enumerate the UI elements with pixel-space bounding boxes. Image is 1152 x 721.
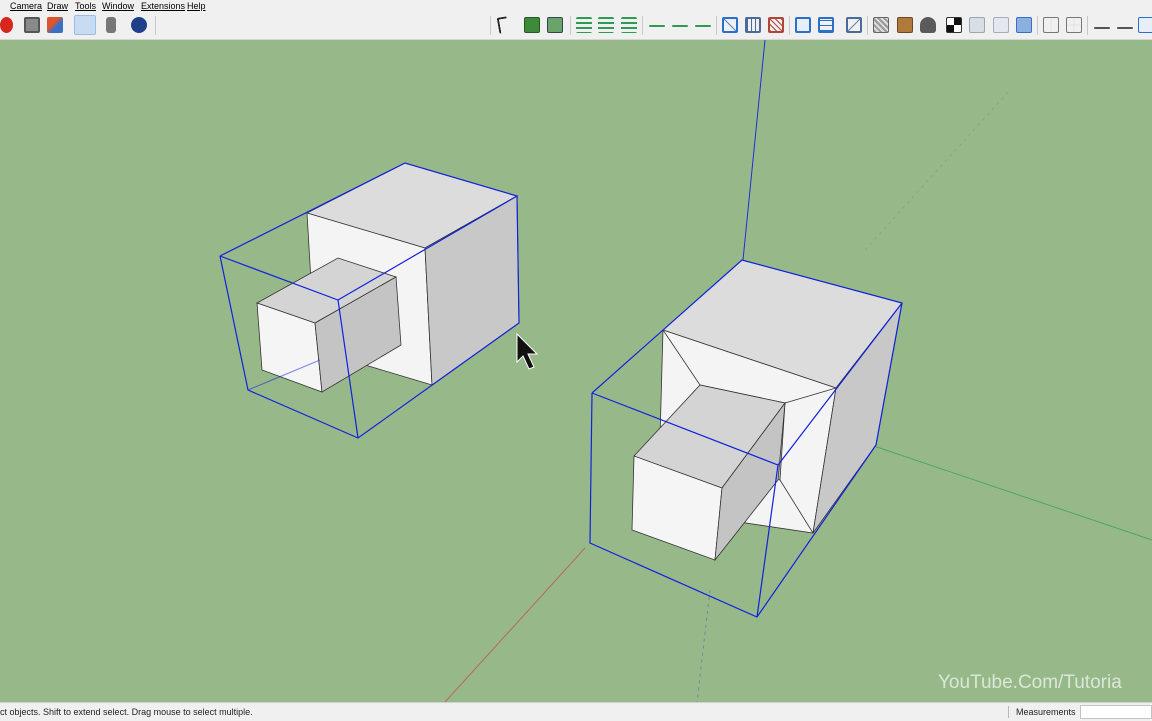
- mouse-cursor-icon: [516, 332, 539, 370]
- flip-icon[interactable]: [993, 17, 1009, 33]
- menu-camera[interactable]: Camera: [10, 0, 42, 12]
- menu-draw[interactable]: Draw: [47, 0, 68, 12]
- right-component[interactable]: [631, 259, 903, 562]
- help-icon[interactable]: [131, 17, 147, 33]
- layers-add-icon[interactable]: [598, 17, 614, 33]
- material-icon[interactable]: [897, 17, 913, 33]
- layers-remove-icon[interactable]: [621, 17, 637, 33]
- menu-bar: Camera Draw Tools Window Extensions Help: [0, 0, 1152, 12]
- select-icon[interactable]: [496, 16, 510, 34]
- blue-axis-dotted: [696, 589, 711, 702]
- split-icon[interactable]: [1138, 17, 1152, 33]
- toolbar-separator: [1037, 16, 1038, 35]
- menu-tools[interactable]: Tools: [75, 0, 96, 12]
- toolbar-separator: [155, 16, 156, 35]
- tape-icon[interactable]: [106, 17, 116, 33]
- left-component[interactable]: [256, 162, 520, 393]
- orbit-icon[interactable]: [74, 15, 96, 35]
- toolbar-separator: [490, 16, 491, 35]
- transfer-icon[interactable]: [1016, 17, 1032, 33]
- watermark: YouTube.Com/Tutoria: [938, 672, 1122, 693]
- close-icon[interactable]: [1117, 27, 1133, 29]
- blue-axis: [742, 40, 766, 261]
- dash-icon[interactable]: [1094, 27, 1110, 29]
- toolbar-separator: [642, 16, 643, 35]
- line-plus-icon[interactable]: [672, 25, 688, 27]
- sandbox-icon[interactable]: [969, 17, 985, 33]
- group-icon[interactable]: [547, 17, 563, 33]
- toolbar-separator: [789, 16, 790, 35]
- grid-icon[interactable]: [1066, 17, 1082, 33]
- status-bar: ct objects. Shift to extend select. Drag…: [0, 702, 1152, 721]
- toolbar-separator: [570, 16, 571, 35]
- paint-icon[interactable]: [47, 17, 63, 33]
- toolbar: [0, 12, 1152, 40]
- model-viewport[interactable]: [0, 40, 1152, 702]
- erase-icon[interactable]: [24, 17, 40, 33]
- red-axis: [444, 547, 586, 702]
- display-grid-icon[interactable]: [818, 17, 834, 33]
- toolbar-separator: [716, 16, 717, 35]
- checker-icon[interactable]: [946, 17, 962, 33]
- fill-icon[interactable]: [846, 17, 862, 33]
- camera-icon[interactable]: [920, 17, 936, 33]
- status-hint: ct objects. Shift to extend select. Drag…: [0, 707, 253, 717]
- layers-align-icon[interactable]: [576, 17, 592, 33]
- measurements-label: Measurements: [1016, 707, 1076, 717]
- panel-icon[interactable]: [1043, 17, 1059, 33]
- menu-help[interactable]: Help: [187, 0, 206, 12]
- texture-icon[interactable]: [873, 17, 889, 33]
- line-thin-icon[interactable]: [649, 25, 665, 27]
- section-icon[interactable]: [722, 17, 738, 33]
- measurements-input[interactable]: [1080, 705, 1152, 719]
- toolbar-separator: [1087, 16, 1088, 35]
- section-cross-icon[interactable]: [768, 17, 784, 33]
- green-axis-dotted: [864, 89, 1011, 251]
- section-grid-icon[interactable]: [745, 17, 761, 33]
- green-axis: [864, 442, 1152, 541]
- display-icon[interactable]: [795, 17, 811, 33]
- menu-window[interactable]: Window: [102, 0, 134, 12]
- menu-extensions[interactable]: Extensions: [141, 0, 185, 12]
- toolbar-separator: [867, 16, 868, 35]
- line-minus-icon[interactable]: [695, 25, 711, 27]
- measurements-divider: [1008, 706, 1009, 718]
- component-icon[interactable]: [524, 17, 540, 33]
- record-icon[interactable]: [0, 17, 13, 33]
